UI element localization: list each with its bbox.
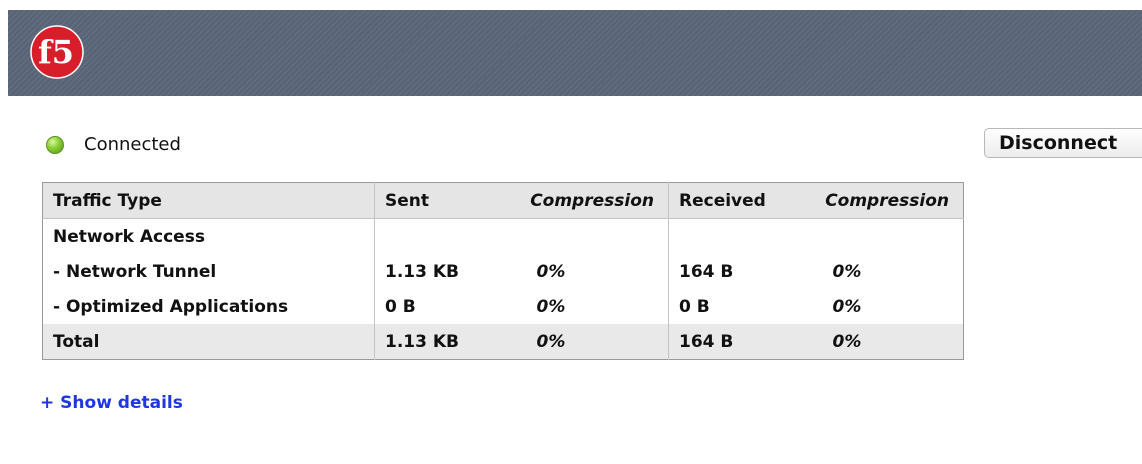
cell-type: Network Access [42, 218, 375, 254]
cell-type: Total [42, 324, 375, 360]
table-header-row: Traffic Type Sent Compression Received C… [42, 182, 964, 219]
logo-text: f5 [38, 33, 74, 71]
status-text: Connected [84, 134, 181, 155]
cell-sent [375, 219, 515, 255]
cell-sent: 1.13 KB [385, 261, 459, 282]
cell-received-compression: 0% [808, 324, 964, 360]
header-received: Received [668, 182, 809, 219]
disconnect-button[interactable]: Disconnect [984, 128, 1142, 158]
cell-received: 164 B [668, 324, 809, 360]
table-total-row: Total 1.13 KB 0% 164 B 0% [42, 324, 964, 360]
show-details-link[interactable]: + Show details [40, 393, 183, 413]
cell-received [669, 219, 809, 255]
cell-sent-compression: 0% [514, 324, 669, 360]
cell-received: 0 B [679, 296, 710, 317]
table-row: - Optimized Applications 0 B 0% 0 B 0% [42, 289, 964, 324]
cell-received-compression: 0% [832, 296, 862, 317]
traffic-table: Traffic Type Sent Compression Received C… [42, 182, 964, 360]
cell-received: 164 B [679, 261, 734, 282]
header-bar: f5 [8, 10, 1142, 96]
cell-received-compression: 0% [832, 261, 862, 282]
connection-status: Connected [46, 134, 181, 156]
cell-received-compression [809, 219, 964, 255]
header-sent: Sent [374, 182, 515, 219]
cell-type: - Network Tunnel [42, 254, 375, 289]
table-row: Network Access [42, 218, 964, 255]
cell-sent-compression: 0% [514, 254, 669, 289]
cell-type: - Optimized Applications [42, 289, 375, 324]
header-received-compression: Compression [808, 182, 964, 219]
cell-sent: 1.13 KB [374, 324, 515, 360]
cell-sent: 0 B [385, 296, 416, 317]
f5-logo: f5 [30, 25, 84, 79]
cell-sent-compression [514, 218, 669, 254]
header-traffic-type: Traffic Type [42, 182, 375, 219]
status-indicator-icon [46, 136, 64, 154]
header-sent-compression: Compression [514, 182, 669, 219]
cell-sent-compression: 0% [514, 289, 669, 324]
table-row: - Network Tunnel 1.13 KB 0% 164 B 0% [42, 254, 964, 289]
